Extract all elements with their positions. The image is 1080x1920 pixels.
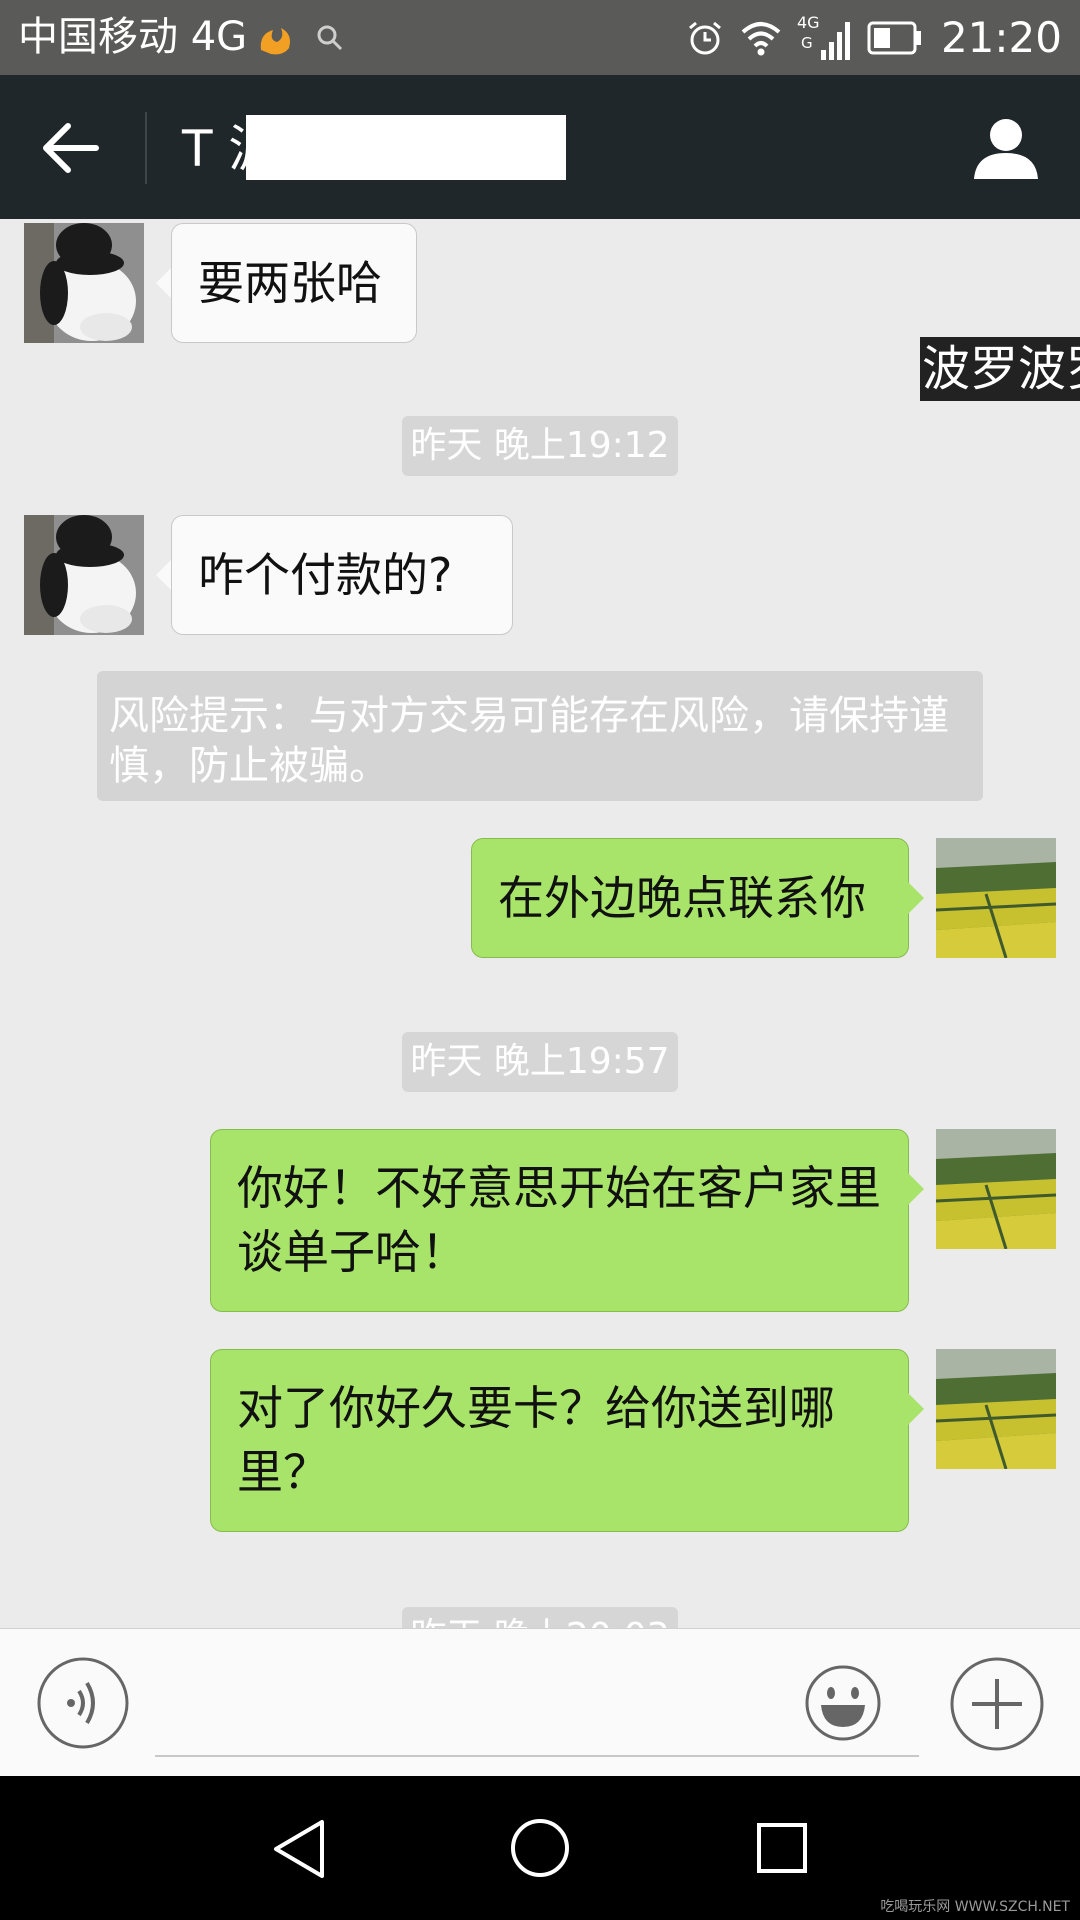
contact-avatar[interactable] bbox=[24, 515, 144, 635]
plus-icon[interactable] bbox=[950, 1657, 1044, 1751]
profile-icon[interactable] bbox=[972, 115, 1040, 181]
timestamp: 昨天 晚上20:03 bbox=[402, 1607, 678, 1628]
timestamp: 昨天 晚上19:57 bbox=[402, 1032, 678, 1092]
nav-back-icon[interactable] bbox=[272, 1818, 328, 1880]
title-divider bbox=[145, 112, 147, 184]
message-text: 对了你好久要卡？给你送到哪里？ bbox=[237, 1381, 835, 1499]
watermark: 吃喝玩乐网 WWW.SZCH.NET bbox=[880, 1899, 1070, 1915]
voice-icon[interactable] bbox=[37, 1657, 129, 1749]
emoji-icon[interactable] bbox=[805, 1665, 881, 1741]
uc-browser-icon bbox=[260, 28, 290, 55]
chat-title-bar: T 波 bbox=[0, 75, 1080, 219]
contact-avatar[interactable] bbox=[24, 223, 144, 343]
bubble-tail bbox=[908, 1393, 924, 1425]
wifi-icon bbox=[741, 22, 781, 56]
chat-message-list[interactable]: 要两张哈 波罗波罗 昨天 晚上19:12 咋个付款的? 风险提示：与对方交易可能… bbox=[0, 219, 1080, 1628]
network-small-label: 4G bbox=[797, 13, 820, 32]
back-arrow-icon[interactable] bbox=[38, 120, 102, 176]
risk-warning-notice: 风险提示：与对方交易可能存在风险，请保持谨慎，防止被骗。 bbox=[97, 671, 983, 801]
status-bar: 中国移动 4G 4G G 21:20 bbox=[0, 0, 1080, 75]
svg-text:G: G bbox=[801, 34, 813, 52]
message-text: 在外边晚点联系你 bbox=[498, 871, 866, 925]
my-avatar[interactable] bbox=[936, 1129, 1056, 1249]
bubble-tail bbox=[908, 1173, 924, 1205]
search-icon bbox=[317, 25, 343, 51]
sent-message-bubble[interactable]: 你好！不好意思开始在客户家里谈单子哈！ bbox=[210, 1129, 909, 1312]
signal-icon: 4G G bbox=[797, 13, 850, 60]
message-input-bar bbox=[0, 1628, 1080, 1777]
battery-icon bbox=[867, 21, 921, 55]
received-message-bubble[interactable]: 咋个付款的? bbox=[171, 515, 513, 635]
nav-home-icon[interactable] bbox=[510, 1818, 570, 1878]
bubble-tail bbox=[156, 267, 172, 299]
my-avatar[interactable] bbox=[936, 1349, 1056, 1469]
alarm-icon bbox=[688, 21, 721, 55]
carrier-label: 中国移动 4G bbox=[18, 14, 248, 60]
message-text: 咋个付款的? bbox=[198, 548, 453, 602]
sent-message-bubble[interactable]: 在外边晚点联系你 bbox=[471, 838, 909, 958]
received-message-bubble[interactable]: 要两张哈 bbox=[171, 223, 417, 343]
nav-recent-icon[interactable] bbox=[756, 1822, 808, 1874]
timestamp: 昨天 晚上19:12 bbox=[402, 416, 678, 476]
bubble-tail bbox=[908, 882, 924, 914]
redaction-box bbox=[246, 115, 566, 180]
my-avatar[interactable] bbox=[936, 838, 1056, 958]
overlay-text: 波罗波罗 bbox=[920, 337, 1080, 401]
system-navigation-bar: 吃喝玩乐网 WWW.SZCH.NET bbox=[0, 1776, 1080, 1920]
sent-message-bubble[interactable]: 对了你好久要卡？给你送到哪里？ bbox=[210, 1349, 909, 1532]
clock: 21:20 bbox=[940, 13, 1062, 62]
message-text: 你好！不好意思开始在客户家里谈单子哈！ bbox=[237, 1161, 881, 1279]
bubble-tail bbox=[156, 559, 172, 591]
message-text: 要两张哈 bbox=[198, 256, 382, 310]
